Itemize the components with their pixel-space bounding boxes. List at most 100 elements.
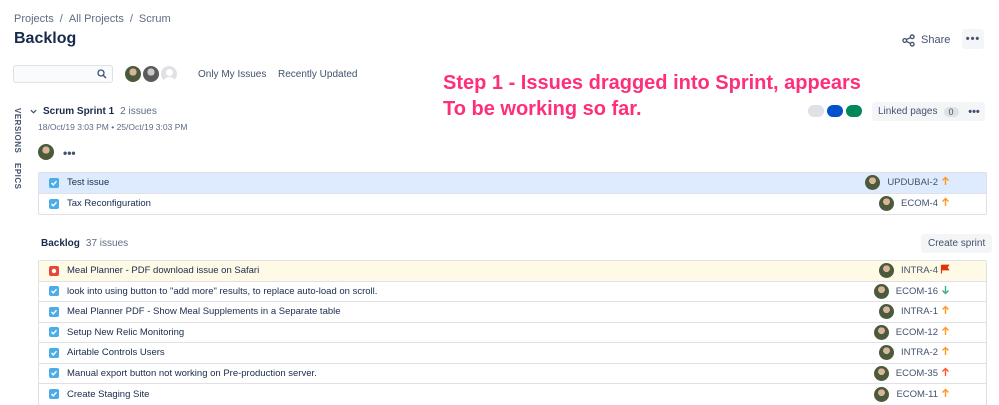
issue-key[interactable]: ECOM-16 — [896, 286, 938, 297]
priority-medium-icon — [941, 326, 950, 339]
issue-row[interactable]: look into using button to "add more" res… — [39, 282, 986, 302]
issue-meta: ECOM-4 — [879, 196, 938, 212]
assignee-avatar[interactable] — [874, 386, 890, 402]
assignee-avatar[interactable] — [879, 345, 895, 361]
sprint-assignee-avatar[interactable] — [38, 144, 54, 160]
issue-row[interactable]: Meal Planner PDF - Show Meal Supplements… — [39, 302, 986, 323]
sprint-more-button[interactable]: ••• — [963, 102, 985, 121]
recently-updated-filter[interactable]: Recently Updated — [278, 69, 358, 80]
issue-summary[interactable]: Manual export button not working on Pre-… — [67, 368, 986, 379]
issue-meta: INTRA-2 — [879, 345, 938, 361]
search-icon — [97, 69, 107, 79]
issue-key[interactable]: INTRA-2 — [901, 347, 938, 358]
issue-meta: ECOM-35 — [873, 365, 938, 381]
only-my-issues-filter[interactable]: Only My Issues — [198, 69, 266, 80]
assignee-avatar[interactable] — [879, 263, 895, 279]
avatar[interactable] — [159, 64, 179, 84]
issue-row[interactable]: Meal Planner - PDF download issue on Saf… — [39, 261, 986, 282]
task-type-icon — [49, 306, 59, 317]
status-in-progress-dot — [827, 105, 843, 117]
issue-key[interactable]: INTRA-4 — [901, 265, 938, 276]
task-type-icon — [49, 347, 59, 358]
search-input[interactable] — [14, 68, 94, 85]
task-type-icon — [49, 177, 59, 188]
issue-row[interactable]: Tax Reconfiguration ECOM-4 — [39, 194, 986, 215]
share-label: Share — [921, 34, 951, 46]
issue-meta: ECOM-12 — [873, 324, 938, 340]
issue-key[interactable]: ECOM-12 — [896, 327, 938, 338]
bug-type-icon — [49, 265, 59, 276]
task-type-icon — [49, 286, 59, 297]
issue-meta: UPDUBAI-2 — [865, 175, 938, 191]
priority-medium-icon — [941, 176, 950, 189]
assignee-avatar[interactable] — [873, 365, 889, 381]
breadcrumb-separator: / — [129, 13, 133, 25]
issue-row[interactable]: Test issue UPDUBAI-2 — [39, 173, 986, 194]
sprint-dates: 18/Oct/19 3:03 PM • 25/Oct/19 3:03 PM — [38, 122, 188, 132]
assignee-avatar[interactable] — [873, 283, 889, 299]
backlog-issue-list: Meal Planner - PDF download issue on Saf… — [38, 260, 987, 405]
issue-row[interactable]: Manual export button not working on Pre-… — [39, 364, 986, 384]
more-actions-button[interactable]: ••• — [962, 29, 984, 49]
linked-pages-button[interactable]: Linked pages 0 — [872, 102, 965, 121]
issue-meta: INTRA-4 — [879, 263, 938, 279]
sprint-issue-list: Test issue UPDUBAI-2 Tax Reconfiguration EC… — [38, 172, 987, 215]
status-done-dot — [846, 105, 862, 117]
issue-row[interactable]: Create Staging Site ECOM-11 — [39, 384, 986, 405]
task-type-icon — [49, 327, 59, 338]
avatar[interactable] — [141, 64, 161, 84]
chevron-down-icon[interactable] — [30, 108, 37, 115]
page-title: Backlog — [14, 30, 77, 47]
search-field[interactable] — [13, 65, 113, 85]
issue-key[interactable]: INTRA-1 — [901, 306, 938, 317]
versions-panel-toggle[interactable]: VERSIONS — [13, 108, 22, 153]
issue-summary[interactable]: Setup New Relic Monitoring — [67, 327, 986, 338]
priority-medium-icon — [941, 346, 950, 359]
task-type-icon — [49, 368, 59, 379]
priority-high-icon — [941, 367, 950, 380]
assignee-avatar[interactable] — [865, 175, 881, 191]
create-sprint-button[interactable]: Create sprint — [921, 234, 993, 253]
breadcrumb-scrum[interactable]: Scrum — [139, 13, 171, 25]
sprint-header: Scrum Sprint 1 2 issues — [30, 106, 157, 117]
issue-key[interactable]: ECOM-4 — [901, 198, 938, 209]
issue-summary[interactable]: Meal Planner - PDF download issue on Saf… — [67, 265, 986, 276]
issue-key[interactable]: ECOM-35 — [896, 368, 938, 379]
sprint-issue-count: 2 issues — [120, 106, 157, 117]
issue-meta: ECOM-16 — [873, 283, 938, 299]
breadcrumb-projects[interactable]: Projects — [14, 13, 54, 25]
assignee-avatar[interactable] — [879, 304, 895, 320]
sprint-actions-more[interactable]: ••• — [63, 146, 76, 160]
breadcrumb: Projects / All Projects / Scrum — [14, 13, 171, 25]
issue-summary[interactable]: Meal Planner PDF - Show Meal Supplements… — [67, 306, 986, 317]
assignee-avatar[interactable] — [873, 324, 889, 340]
issue-summary[interactable]: Create Staging Site — [67, 389, 986, 400]
avatar[interactable] — [123, 64, 143, 84]
share-button[interactable]: Share — [902, 30, 950, 50]
backlog-header: Backlog 37 issues — [41, 238, 128, 249]
share-icon — [902, 33, 915, 47]
issue-summary[interactable]: Test issue — [67, 177, 986, 188]
breadcrumb-all-projects[interactable]: All Projects — [69, 13, 124, 25]
issue-key[interactable]: ECOM-11 — [896, 389, 938, 400]
assignee-avatar[interactable] — [879, 196, 895, 212]
task-type-icon — [49, 198, 59, 209]
sprint-name: Scrum Sprint 1 — [43, 106, 115, 117]
priority-low-icon — [941, 285, 950, 298]
linked-pages-label: Linked pages — [878, 106, 938, 117]
issue-summary[interactable]: Airtable Controls Users — [67, 347, 986, 358]
issue-row[interactable]: Setup New Relic Monitoring ECOM-12 — [39, 323, 986, 343]
epics-panel-toggle[interactable]: EPICS — [13, 163, 22, 190]
backlog-name: Backlog — [41, 238, 80, 249]
issue-summary[interactable]: look into using button to "add more" res… — [67, 286, 986, 297]
issue-meta: INTRA-1 — [879, 304, 938, 320]
assignee-filter-avatars — [123, 64, 179, 84]
status-todo-dot — [808, 105, 824, 117]
issue-meta: ECOM-11 — [874, 386, 938, 402]
issue-key[interactable]: UPDUBAI-2 — [887, 177, 938, 188]
linked-pages-count: 0 — [943, 106, 959, 117]
issue-summary[interactable]: Tax Reconfiguration — [67, 198, 986, 209]
issue-row[interactable]: Airtable Controls Users INTRA-2 — [39, 343, 986, 364]
priority-medium-icon — [941, 388, 950, 401]
backlog-issue-count: 37 issues — [85, 238, 129, 249]
